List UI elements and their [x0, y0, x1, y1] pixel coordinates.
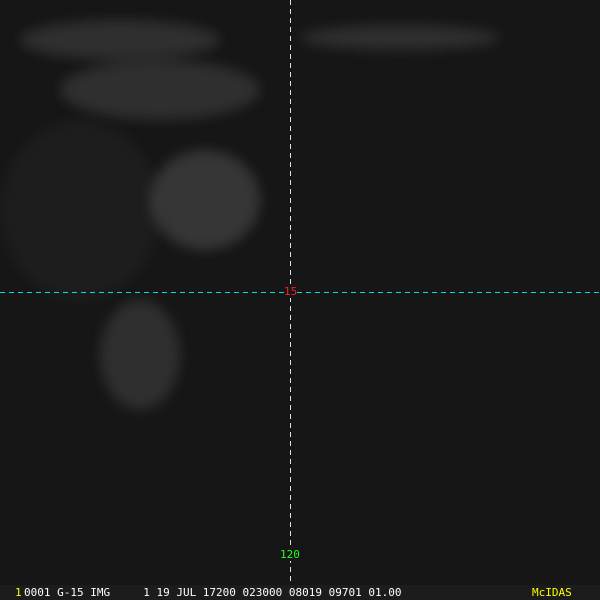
image-info: 0001 G-15 IMG 1 19 JUL 17200 023000 0801… — [24, 586, 402, 599]
grid-overlay — [0, 0, 600, 585]
frame-number: 1 — [15, 586, 22, 599]
mcidas-brand: McIDAS — [532, 586, 572, 599]
longitude-label: 120 — [280, 548, 300, 561]
status-bar: 1 0001 G-15 IMG 1 19 JUL 17200 023000 08… — [0, 585, 600, 600]
satellite-image: 15 120 1 0001 G-15 IMG 1 19 JUL 17200 02… — [0, 0, 600, 600]
latitude-label: 15 — [284, 285, 298, 298]
